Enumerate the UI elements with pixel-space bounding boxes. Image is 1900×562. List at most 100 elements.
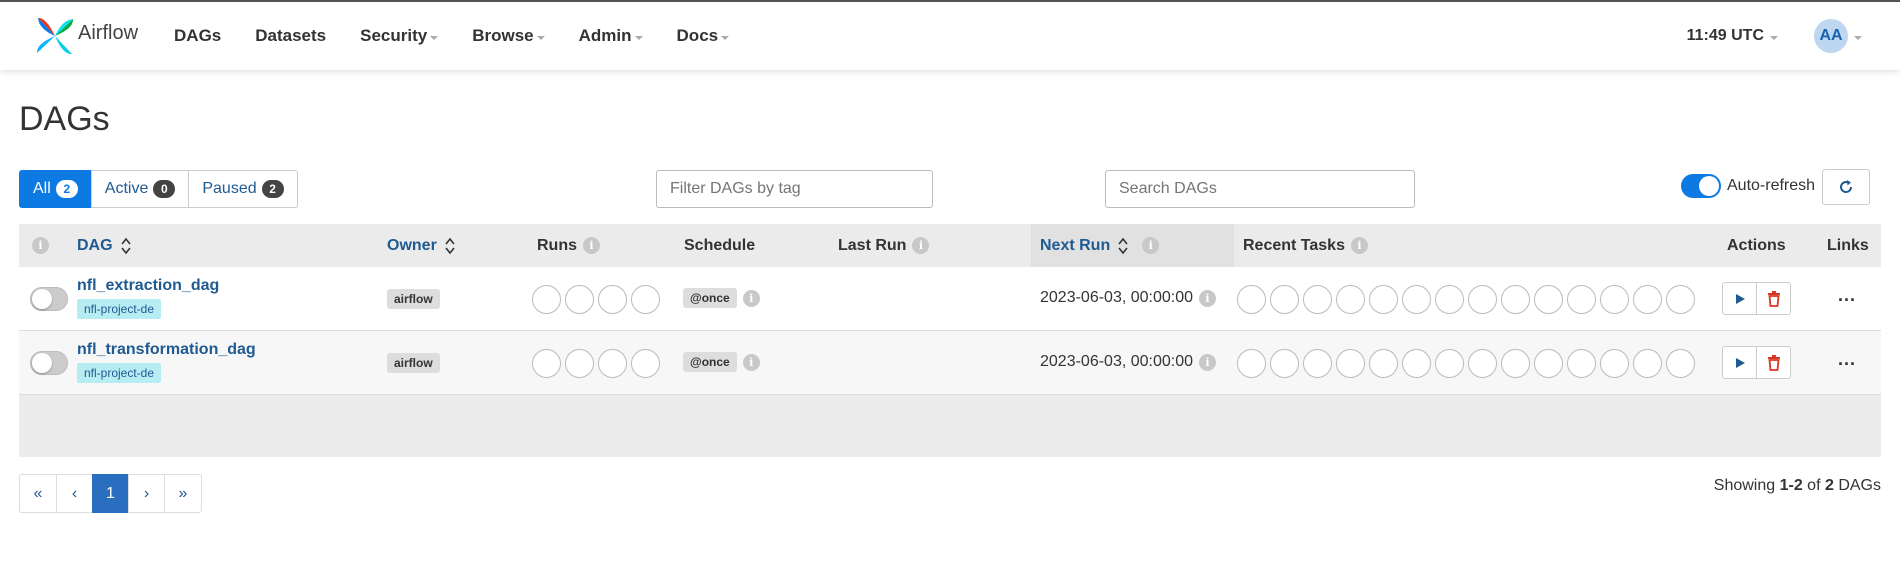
page-prev-button[interactable]: ‹ <box>56 474 93 513</box>
task-state-circle[interactable] <box>1237 285 1266 314</box>
task-state-circle[interactable] <box>1369 349 1398 378</box>
task-state-circle[interactable] <box>1435 349 1464 378</box>
task-state-circle[interactable] <box>1666 285 1695 314</box>
caret-down-icon <box>430 36 439 40</box>
task-state-circle[interactable] <box>1468 349 1497 378</box>
info-icon[interactable]: i <box>1350 237 1368 254</box>
task-state-circle[interactable] <box>1633 349 1662 378</box>
task-state-circle[interactable] <box>1402 285 1431 314</box>
nav-dags[interactable]: DAGs <box>174 26 221 46</box>
task-state-circle[interactable] <box>1303 285 1332 314</box>
sort-icon <box>1118 237 1128 254</box>
filter-paused-button[interactable]: Paused 2 <box>188 170 298 208</box>
owner-cell: airflow <box>387 289 440 309</box>
task-state-circle[interactable] <box>1402 349 1431 378</box>
clock-dropdown[interactable]: 11:49 UTC <box>1687 27 1778 45</box>
task-state-circle[interactable] <box>1501 349 1530 378</box>
info-icon[interactable]: i <box>1199 289 1217 307</box>
run-state-circle[interactable] <box>598 349 627 378</box>
airflow-logo-icon <box>36 17 74 55</box>
auto-refresh-toggle[interactable] <box>1681 174 1721 198</box>
delete-dag-button[interactable] <box>1756 282 1791 315</box>
filter-all-button[interactable]: All 2 <box>19 170 92 208</box>
task-state-circle[interactable] <box>1600 349 1629 378</box>
page-first-button[interactable]: « <box>19 474 57 513</box>
runs-circles <box>532 285 664 314</box>
dag-link[interactable]: nfl_transformation_dag <box>77 341 256 359</box>
auto-refresh: Auto-refresh <box>1681 174 1815 198</box>
run-state-circle[interactable] <box>565 285 594 314</box>
info-icon[interactable]: i <box>912 237 930 254</box>
info-icon[interactable]: i <box>1142 237 1160 254</box>
dag-tag[interactable]: nfl-project-de <box>77 299 162 319</box>
task-state-circle[interactable] <box>1369 285 1398 314</box>
run-state-circle[interactable] <box>532 285 561 314</box>
search-dags-input[interactable] <box>1105 170 1415 208</box>
owner-label[interactable]: airflow <box>387 353 440 373</box>
header-last-run: Last Run i <box>838 224 930 267</box>
nav-datasets[interactable]: Datasets <box>255 26 326 46</box>
tag-filter-input[interactable] <box>656 170 933 208</box>
task-state-circle[interactable] <box>1567 349 1596 378</box>
header-next-run[interactable]: Next Run i <box>1040 224 1160 267</box>
task-state-circle[interactable] <box>1237 349 1266 378</box>
header-dag[interactable]: DAG <box>77 224 131 267</box>
task-state-circle[interactable] <box>1336 349 1365 378</box>
page-next-button[interactable]: › <box>128 474 165 513</box>
brand[interactable]: Airflow <box>34 15 138 57</box>
header-owner[interactable]: Owner <box>387 224 455 267</box>
run-state-circle[interactable] <box>598 285 627 314</box>
filter-active-button[interactable]: Active 0 <box>90 170 190 208</box>
info-icon[interactable]: i <box>742 353 760 371</box>
trigger-dag-button[interactable] <box>1722 282 1757 315</box>
page-current-button[interactable]: 1 <box>92 474 129 513</box>
filter-all-label: All <box>33 180 51 197</box>
info-icon[interactable]: i <box>583 237 600 254</box>
links-menu-button[interactable]: ... <box>1838 349 1856 370</box>
page-last-button[interactable]: » <box>164 474 202 513</box>
task-state-circle[interactable] <box>1633 285 1662 314</box>
task-state-circle[interactable] <box>1501 285 1530 314</box>
caret-down-icon <box>1770 36 1778 40</box>
task-state-circle[interactable] <box>1534 349 1563 378</box>
dag-link[interactable]: nfl_extraction_dag <box>77 277 219 295</box>
dag-tag[interactable]: nfl-project-de <box>77 363 162 383</box>
run-state-circle[interactable] <box>565 349 594 378</box>
owner-label[interactable]: airflow <box>387 289 440 309</box>
nav-security[interactable]: Security <box>360 26 439 46</box>
task-state-circle[interactable] <box>1435 285 1464 314</box>
task-state-circle[interactable] <box>1534 285 1563 314</box>
filter-active-label: Active <box>104 180 149 197</box>
trigger-dag-button[interactable] <box>1722 346 1757 379</box>
schedule-label[interactable]: @once <box>683 352 737 372</box>
task-state-circle[interactable] <box>1567 285 1596 314</box>
task-state-circle[interactable] <box>1270 349 1299 378</box>
info-icon: i <box>32 237 49 254</box>
dag-pause-toggle[interactable] <box>30 287 68 311</box>
task-state-circle[interactable] <box>1468 285 1497 314</box>
delete-dag-button[interactable] <box>1756 346 1791 379</box>
table-header: i DAG Owner Runs i Schedule Last Run i N… <box>19 224 1881 267</box>
dag-pause-toggle[interactable] <box>30 351 68 375</box>
nav-browse[interactable]: Browse <box>472 26 545 46</box>
caret-down-icon <box>536 36 545 40</box>
info-icon[interactable]: i <box>1199 353 1217 371</box>
task-state-circle[interactable] <box>1600 285 1629 314</box>
refresh-button[interactable] <box>1822 169 1870 205</box>
run-state-circle[interactable] <box>631 349 660 378</box>
nav-docs[interactable]: Docs <box>677 26 730 46</box>
task-state-circle[interactable] <box>1666 349 1695 378</box>
task-state-circle[interactable] <box>1303 349 1332 378</box>
schedule-label[interactable]: @once <box>683 288 737 308</box>
user-menu[interactable]: AA <box>1814 19 1862 53</box>
run-state-circle[interactable] <box>631 285 660 314</box>
info-icon[interactable]: i <box>742 289 760 307</box>
task-state-circle[interactable] <box>1270 285 1299 314</box>
nav-admin[interactable]: Admin <box>579 26 643 46</box>
showing-range: 1-2 <box>1779 477 1803 494</box>
recent-tasks-circles <box>1237 285 1699 314</box>
run-state-circle[interactable] <box>532 349 561 378</box>
caret-down-icon <box>634 36 643 40</box>
task-state-circle[interactable] <box>1336 285 1365 314</box>
links-menu-button[interactable]: ... <box>1838 285 1856 306</box>
